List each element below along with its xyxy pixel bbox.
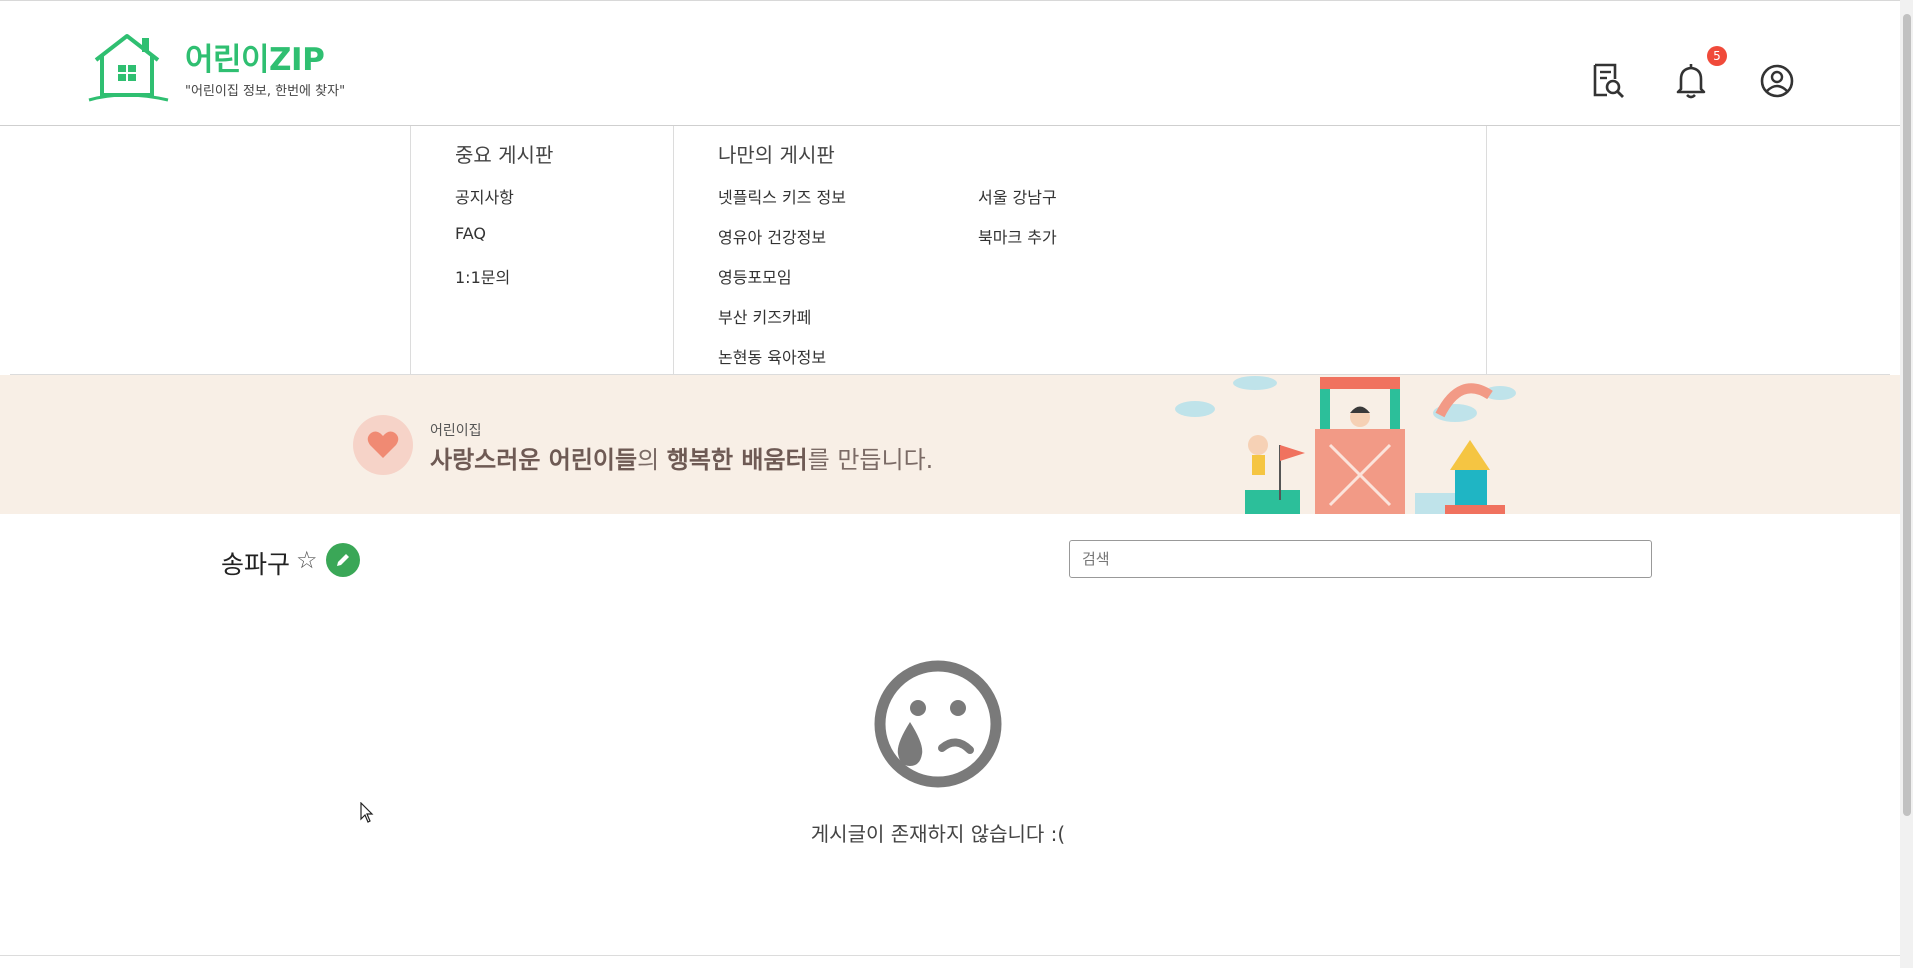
footer-divider	[0, 955, 1900, 956]
banner-slogan-part: 를 만듭니다.	[807, 446, 934, 474]
board-dropdown-menu: 중요 게시판 공지사항 FAQ 1:1문의 나만의 게시판 넷플릭스 키즈 정보…	[10, 126, 1890, 375]
house-logo-icon[interactable]	[84, 32, 170, 102]
notification-badge: 5	[1707, 46, 1727, 66]
user-circle-icon[interactable]	[1757, 61, 1797, 101]
menu-item-netflix-kids[interactable]: 넷플릭스 키즈 정보	[718, 184, 846, 208]
search-input[interactable]	[1069, 540, 1652, 578]
brand-title[interactable]: 어린이ZIP	[185, 34, 325, 79]
menu-item-infant-health[interactable]: 영유아 건강정보	[718, 224, 826, 248]
sad-face-icon	[874, 660, 1002, 788]
edit-board-button[interactable]	[326, 543, 360, 577]
star-icon[interactable]: ☆	[296, 546, 318, 574]
heart-icon	[367, 431, 399, 458]
menu-divider	[410, 126, 411, 374]
scrollbar-thumb[interactable]	[1903, 14, 1911, 816]
menu-item-busan-kidscafe[interactable]: 부산 키즈카페	[718, 304, 811, 328]
site-header: 어린이ZIP "어린이집 정보, 한번에 찾자" 5	[0, 1, 1900, 126]
menu-item-gangnam[interactable]: 서울 강남구	[978, 184, 1057, 208]
banner-slogan-part: 의	[637, 446, 667, 474]
banner-slogan-part: 사랑스러운 어린이들	[430, 446, 638, 474]
brand-tagline: "어린이집 정보, 한번에 찾자"	[185, 84, 346, 99]
menu-item-nonhyeon[interactable]: 논현동 육아정보	[718, 344, 826, 368]
banner-label: 어린이집	[430, 423, 482, 439]
mouse-cursor-icon	[360, 802, 374, 823]
kids-playground-illustration	[1175, 376, 1516, 514]
pencil-icon	[337, 554, 349, 566]
promo-banner: 어린이집 사랑스러운 어린이들의 행복한 배움터를 만듭니다.	[0, 375, 1900, 514]
my-board-heading: 나만의 게시판	[718, 143, 835, 167]
board-title: 송파구	[221, 550, 291, 579]
menu-divider	[673, 126, 674, 374]
heart-badge	[353, 415, 413, 475]
banner-slogan: 사랑스러운 어린이들의 행복한 배움터를 만듭니다.	[430, 440, 933, 475]
menu-item-faq[interactable]: FAQ	[455, 224, 486, 243]
menu-divider	[1486, 126, 1487, 374]
search-document-icon[interactable]	[1587, 61, 1627, 101]
menu-item-add-bookmark[interactable]: 북마크 추가	[978, 224, 1057, 248]
menu-item-notice[interactable]: 공지사항	[455, 184, 514, 208]
empty-message: 게시글이 존재하지 않습니다 :(	[810, 822, 1066, 846]
menu-item-inquiry[interactable]: 1:1문의	[455, 264, 510, 288]
menu-item-yeongdeungpo[interactable]: 영등포모임	[718, 264, 792, 288]
banner-slogan-part: 행복한 배움터	[666, 446, 808, 474]
bell-icon[interactable]	[1671, 61, 1711, 101]
important-board-heading: 중요 게시판	[455, 143, 554, 167]
